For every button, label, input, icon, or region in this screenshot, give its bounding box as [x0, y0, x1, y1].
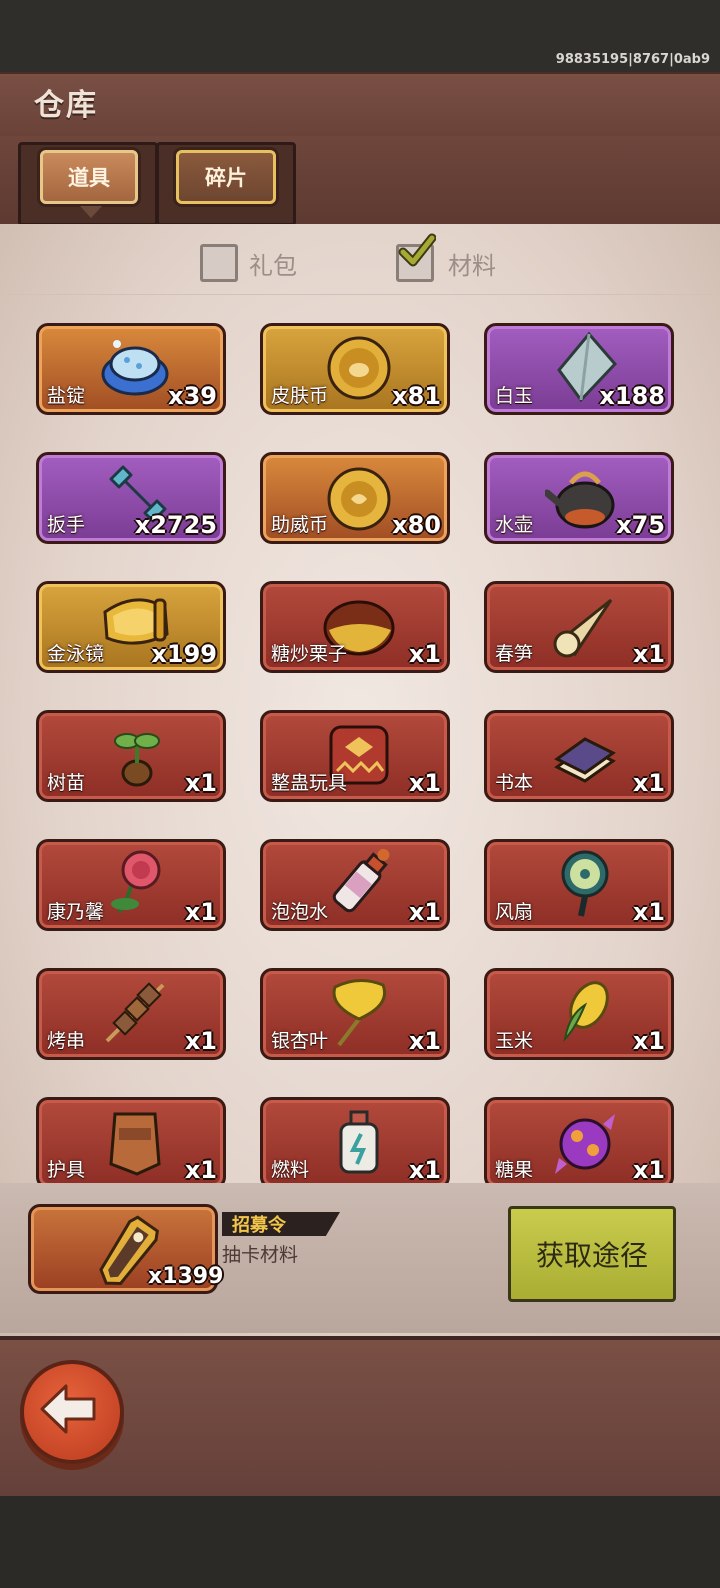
material-filter-label[interactable]: 材料: [448, 246, 496, 281]
item-name: 白玉: [495, 385, 534, 407]
filter-bar: [0, 230, 720, 295]
item-card[interactable]: 整蛊玩具 x1: [260, 710, 450, 802]
item-count: x80: [392, 511, 441, 539]
item-name: 烤串: [47, 1030, 86, 1052]
item-name: 水壶: [495, 514, 534, 536]
bamboo-shoot-icon: [553, 598, 613, 658]
item-name: 护具: [47, 1159, 86, 1181]
fuel-icon: [339, 1110, 379, 1174]
item-name: 书本: [495, 772, 534, 794]
item-name: 春笋: [495, 643, 534, 665]
item-count: x1: [408, 898, 441, 926]
item-card[interactable]: 燃料 x1: [260, 1097, 450, 1183]
item-count: x1: [408, 1156, 441, 1183]
item-card[interactable]: 树苗 x1: [36, 710, 226, 802]
item-card[interactable]: 玉米 x1: [484, 968, 674, 1060]
item-card[interactable]: 书本 x1: [484, 710, 674, 802]
item-card[interactable]: 盐锭 x39: [36, 323, 226, 415]
item-card[interactable]: 金泳镜 x199: [36, 581, 226, 673]
item-name: 盐锭: [47, 385, 86, 407]
back-arrow-icon: [40, 1384, 96, 1434]
item-count: x81: [392, 382, 441, 410]
cheer-coin-icon: [327, 467, 391, 531]
item-name: 金泳镜: [47, 643, 105, 665]
item-card[interactable]: 泡泡水 x1: [260, 839, 450, 931]
item-count: x2725: [134, 511, 217, 539]
tab-items[interactable]: 道具: [40, 150, 138, 204]
candy-icon: [555, 1114, 615, 1174]
item-count: x1: [632, 1027, 665, 1055]
item-card[interactable]: 皮肤币 x81: [260, 323, 450, 415]
item-grid: 盐锭 x39 皮肤币 x81 白玉 x188 扳手 x2725 助威币 x80 水壶 x75 金泳镜 x1…: [36, 323, 686, 1183]
item-count: x1: [632, 1156, 665, 1183]
selected-item-description: 抽卡材料: [222, 1244, 299, 1266]
item-count: x188: [599, 382, 665, 410]
item-count: x1: [408, 769, 441, 797]
carnation-icon: [111, 850, 161, 914]
selected-item-name: 招募令: [232, 1215, 286, 1236]
item-card[interactable]: 助威币 x80: [260, 452, 450, 544]
item-name: 皮肤币: [271, 385, 329, 407]
item-name: 助威币: [271, 514, 329, 536]
item-card[interactable]: 护具 x1: [36, 1097, 226, 1183]
item-card[interactable]: 扳手 x2725: [36, 452, 226, 544]
item-count: x1: [632, 640, 665, 668]
salt-ingot-icon: [101, 340, 169, 396]
item-card[interactable]: 白玉 x188: [484, 323, 674, 415]
item-name: 泡泡水: [271, 901, 329, 923]
item-card[interactable]: 银杏叶 x1: [260, 968, 450, 1060]
item-count: x1: [632, 898, 665, 926]
item-count: x75: [616, 511, 665, 539]
item-card[interactable]: 水壶 x75: [484, 452, 674, 544]
protective-gear-icon: [109, 1112, 161, 1176]
header-board: [0, 72, 720, 139]
ginkgo-leaf-icon: [332, 979, 386, 1047]
item-count: x1: [184, 898, 217, 926]
item-count: x199: [151, 640, 217, 668]
skewer-icon: [105, 982, 165, 1043]
item-name: 玉米: [495, 1030, 534, 1052]
fan-icon: [561, 850, 609, 917]
item-count: x1: [184, 769, 217, 797]
active-tab-pointer-icon: [80, 206, 102, 218]
item-name: 树苗: [47, 772, 86, 794]
obtain-source-button[interactable]: 获取途径: [508, 1206, 676, 1302]
checkmark-icon: [398, 233, 436, 267]
skin-coin-icon: [327, 336, 391, 400]
item-name: 燃料: [271, 1159, 310, 1181]
item-card[interactable]: 康乃馨 x1: [36, 839, 226, 931]
item-card[interactable]: 春笋 x1: [484, 581, 674, 673]
tab-fragments[interactable]: 碎片: [176, 150, 276, 204]
corn-icon: [563, 981, 609, 1042]
item-name: 扳手: [47, 514, 86, 536]
item-count: x1: [184, 1156, 217, 1183]
item-name: 整蛊玩具: [271, 772, 348, 794]
page-title: 仓库: [34, 88, 98, 123]
gift-pack-filter-label[interactable]: 礼包: [249, 246, 297, 281]
item-name: 风扇: [495, 901, 534, 923]
item-count: x1: [184, 1027, 217, 1055]
bottom-strip: [0, 1496, 720, 1588]
item-name: 银杏叶: [271, 1030, 329, 1052]
item-count: x1: [408, 1027, 441, 1055]
kettle-icon: [545, 471, 615, 529]
item-card[interactable]: 糖果 x1: [484, 1097, 674, 1183]
item-count: x1: [408, 640, 441, 668]
item-card[interactable]: 糖炒栗子 x1: [260, 581, 450, 673]
bubble-water-icon: [332, 848, 390, 913]
book-icon: [554, 737, 616, 783]
gift-pack-checkbox[interactable]: [200, 244, 238, 282]
item-name: 康乃馨: [47, 901, 105, 923]
item-name: 糖果: [495, 1159, 534, 1181]
item-name: 糖炒栗子: [271, 643, 348, 665]
item-card[interactable]: 烤串 x1: [36, 968, 226, 1060]
item-count: x39: [168, 382, 217, 410]
item-count: x1: [632, 769, 665, 797]
item-card[interactable]: 风扇 x1: [484, 839, 674, 931]
sapling-icon: [114, 733, 160, 787]
build-id-label: 98835195|8767|0ab9: [555, 52, 710, 67]
selected-item-count: x1399: [148, 1264, 224, 1289]
